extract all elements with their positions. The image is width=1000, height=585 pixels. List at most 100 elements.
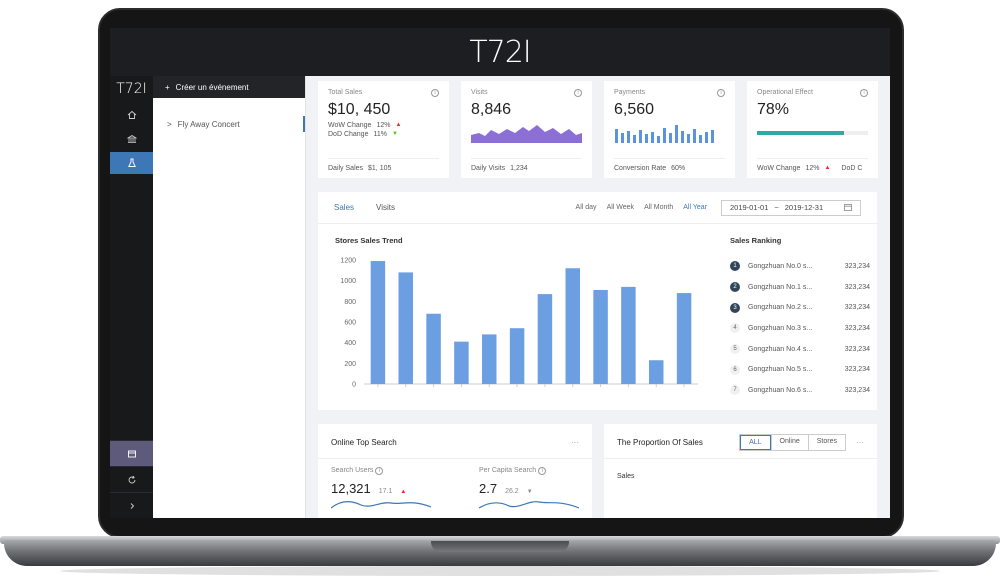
icon-rail: T72I bbox=[110, 76, 153, 518]
bar[interactable] bbox=[676, 293, 692, 384]
chart-title: Stores Sales Trend bbox=[335, 236, 403, 245]
tab-sales[interactable]: Sales bbox=[334, 203, 354, 212]
per-capita-label: Per Capita Search bbox=[479, 467, 537, 474]
bar[interactable] bbox=[370, 261, 386, 384]
bar[interactable] bbox=[649, 360, 664, 384]
info-icon[interactable]: i bbox=[538, 467, 547, 475]
rank-name: Gongzhuan No.0 s... bbox=[748, 262, 813, 270]
ranking-list: 1 Gongzhuan No.0 s... 323,234 2 Gongzhuan N… bbox=[730, 256, 870, 401]
option-all[interactable]: ALL bbox=[740, 434, 771, 450]
per-capita-value: 2.7 bbox=[479, 481, 498, 496]
date-separator: ~ bbox=[774, 203, 779, 212]
search-users-label: Search Users bbox=[331, 467, 374, 474]
refresh-icon[interactable] bbox=[110, 466, 153, 492]
kpi-foot-label: Daily Sales bbox=[328, 165, 364, 172]
bar[interactable] bbox=[593, 289, 608, 384]
range-all-week[interactable]: All Week bbox=[607, 204, 635, 211]
sales-bar-chart: 0 200 400 600 800 1000 1200 bbox=[340, 258, 698, 389]
dod-value: 11% bbox=[373, 131, 387, 138]
rank-value: 323,234 bbox=[844, 386, 870, 394]
arrow-down-icon: ▼ bbox=[391, 131, 398, 137]
search-users-change: 17.1 bbox=[378, 488, 393, 495]
wow-label: WoW Change bbox=[328, 122, 372, 129]
bar[interactable] bbox=[398, 272, 413, 384]
rank-number: 1 bbox=[730, 261, 740, 272]
info-icon[interactable]: i bbox=[574, 89, 582, 97]
chevron-right-icon[interactable] bbox=[110, 492, 153, 518]
divider bbox=[318, 458, 592, 459]
rail-bottom bbox=[110, 440, 153, 518]
info-icon[interactable]: i bbox=[717, 89, 725, 97]
more-icon[interactable]: ··· bbox=[856, 438, 864, 447]
info-icon[interactable]: i bbox=[431, 89, 439, 97]
info-icon[interactable]: i bbox=[860, 89, 868, 97]
rank-name: Gongzhuan No.3 s... bbox=[748, 324, 813, 332]
rank-number: 7 bbox=[730, 385, 740, 396]
event-item[interactable]: > Fly Away Concert bbox=[153, 116, 305, 132]
y-tick-label: 800 bbox=[344, 299, 356, 306]
divider bbox=[604, 458, 877, 459]
kpi-title: Operational Effect bbox=[757, 89, 813, 96]
bank-icon[interactable] bbox=[110, 128, 153, 150]
brand-logo: T72I bbox=[469, 34, 531, 70]
kpi-foot-value: 1,234 bbox=[510, 165, 528, 172]
range-all-year[interactable]: All Year bbox=[683, 204, 707, 211]
laptop-screen: T72I T72I + Créer un événement > Fly Awa… bbox=[110, 28, 890, 518]
bar[interactable] bbox=[509, 328, 525, 384]
create-event-button[interactable]: + Créer un événement bbox=[153, 76, 305, 98]
rank-value: 323,234 bbox=[844, 283, 870, 291]
tab-visits[interactable]: Visits bbox=[376, 203, 395, 212]
bar[interactable] bbox=[537, 294, 553, 384]
range-selector: All day All Week All Month All Year bbox=[576, 204, 707, 211]
bar[interactable] bbox=[454, 341, 469, 384]
date-range-picker[interactable]: 2019-01-01 ~ 2019-12-31 bbox=[721, 199, 861, 216]
more-icon[interactable]: ··· bbox=[571, 438, 579, 447]
plus-icon: + bbox=[165, 82, 170, 92]
y-tick-label: 200 bbox=[344, 361, 356, 368]
calendar-icon bbox=[844, 203, 852, 213]
arrow-down-icon: ▼ bbox=[526, 489, 533, 495]
events-panel: + Créer un événement > Fly Away Concert bbox=[153, 76, 306, 518]
info-icon[interactable]: i bbox=[375, 467, 384, 475]
per-capita-change: 26.2 bbox=[505, 488, 519, 495]
proportion-label: Sales bbox=[617, 473, 635, 480]
dashboard: Total Sales i $10, 450 WoW Change 12% ▲ DoD… bbox=[306, 76, 890, 518]
arrow-up-icon: ▲ bbox=[395, 122, 402, 128]
home-icon[interactable] bbox=[110, 104, 153, 126]
rank-name: Gongzhuan No.1 s... bbox=[748, 283, 813, 291]
bar[interactable] bbox=[565, 268, 580, 384]
brand-bar: T72I bbox=[110, 28, 890, 76]
option-online[interactable]: Online bbox=[770, 434, 808, 450]
ranking-row: 5 Gongzhuan No.4 s... 323,234 bbox=[730, 339, 870, 360]
dod-label: DoD Change bbox=[328, 131, 369, 138]
bar[interactable] bbox=[482, 334, 497, 384]
option-stores[interactable]: Stores bbox=[807, 434, 845, 450]
flask-icon[interactable] bbox=[110, 152, 153, 174]
kpi-value: 78% bbox=[757, 101, 790, 118]
kpi-payments: Payments i 6,560 Conversion Rate 60% bbox=[604, 81, 735, 178]
arrow-up-icon: ▲ bbox=[400, 489, 407, 495]
laptop-notch bbox=[431, 541, 569, 552]
kpi-title: Total Sales bbox=[328, 89, 363, 96]
range-all-month[interactable]: All Month bbox=[644, 204, 673, 211]
range-all-day[interactable]: All day bbox=[576, 204, 597, 211]
bar[interactable] bbox=[621, 286, 636, 384]
y-tick-label: 1200 bbox=[340, 258, 356, 265]
kpi-value: 8,846 bbox=[471, 101, 512, 118]
search-users-sparkline bbox=[330, 501, 432, 509]
ranking-row: 4 Gongzhuan No.3 s... 323,234 bbox=[730, 318, 870, 339]
y-tick-label: 400 bbox=[344, 340, 356, 347]
bar[interactable] bbox=[426, 313, 441, 384]
event-item-label: Fly Away Concert bbox=[177, 119, 240, 129]
wow-value: 12% bbox=[376, 122, 391, 129]
online-top-search-card: Online Top Search ··· Search Users i 12,3… bbox=[318, 424, 592, 518]
kpi-title: Visits bbox=[471, 89, 488, 96]
window-icon[interactable] bbox=[110, 440, 153, 466]
laptop-shadow bbox=[60, 566, 940, 576]
kpi-total-sales: Total Sales i $10, 450 WoW Change 12% ▲ DoD… bbox=[318, 81, 449, 178]
proportion-of-sales-card: The Proportion Of Sales ALL Online Store… bbox=[604, 424, 877, 518]
kpi-foot-value: 12% bbox=[805, 165, 820, 172]
per-capita-sparkline bbox=[478, 501, 580, 509]
rank-value: 323,234 bbox=[844, 304, 870, 312]
kpi-foot2-label: DoD C bbox=[841, 165, 863, 172]
